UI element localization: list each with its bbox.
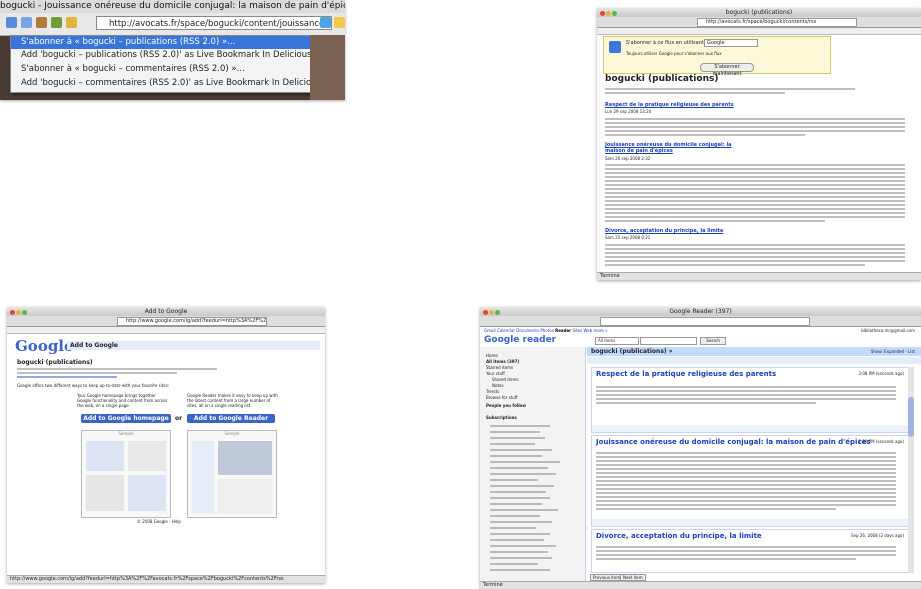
feed-header-bar: bogucki (publications) » Show: Expanded …	[587, 347, 921, 356]
entry-date-2: Sam 26 sep 2008 2:32	[605, 156, 651, 161]
menu-item-subscribe-comments[interactable]: S'abonner à « bogucki – commentaires (RS…	[11, 63, 311, 76]
url-input[interactable]: http://avocats.fr/space/bogucki/contents…	[697, 18, 857, 27]
window-title: bogucki - Jouissance onéreuse du domicil…	[0, 0, 345, 13]
reader-description: Google Reader makes it easy to keep up w…	[187, 393, 278, 408]
sidebar-item-notes[interactable]: Notes	[492, 383, 504, 388]
top-link-gmail[interactable]: Gmail	[484, 328, 496, 333]
footer-copyright[interactable]: © 2008 Google - Help	[137, 519, 181, 524]
sidebar-item-browse[interactable]: Browse for stuff	[486, 395, 518, 400]
reader-entry[interactable]: Jouissance onéreuse du domicile conjugal…	[591, 435, 909, 527]
google-reader-logo[interactable]: Google reader	[484, 335, 556, 345]
next-item-button[interactable]: Next item	[620, 574, 646, 581]
bookmark-icon[interactable]	[36, 17, 47, 28]
top-link-more[interactable]: more »	[594, 328, 608, 333]
feed-icon	[609, 41, 621, 53]
homepage-description: Your Google homepage brings together Goo…	[77, 393, 168, 408]
page-heading: Add to Google	[67, 341, 320, 350]
menu-item-delicious-publications[interactable]: Add 'bogucki – publications (RSS 2.0)' a…	[11, 49, 311, 62]
always-use-checkbox-label[interactable]: Toujours utiliser Google pour s'abonner …	[626, 51, 722, 56]
url-input[interactable]: http://www.google.com/ig/add?feedurl=htt…	[117, 317, 267, 326]
firefox-feed-preview-screenshot: bogucki (publications) http://avocats.fr…	[597, 8, 921, 280]
homepage-sample-image: Sample	[81, 430, 171, 518]
reader-select[interactable]: Google	[704, 39, 758, 47]
status-bar: http://www.google.com/ig/add?feedurl=htt…	[7, 575, 325, 583]
rss-feed-icon[interactable]	[320, 17, 331, 28]
top-link-web[interactable]: Web	[583, 328, 592, 333]
entry-date: 2:30 PM (seconds ago)	[858, 439, 904, 444]
reader-entry[interactable]: Divorce, acceptation du principe, la lim…	[591, 529, 909, 573]
url-input[interactable]: http://avocats.fr/space/bogucki/content/…	[96, 16, 332, 30]
window-titlebar: Google Reader (397)	[480, 307, 921, 316]
subscribe-label: S'abonner à ce flux en utilisant	[626, 40, 704, 46]
entry-title-3[interactable]: Divorce, acceptation du principe, la lim…	[605, 228, 723, 234]
feed-subscribe-menu: S'abonner à « bogucki – publications (RS…	[10, 35, 312, 93]
window-titlebar: Add to Google	[7, 307, 325, 316]
sidebar-item-trends[interactable]: Trends	[486, 389, 499, 394]
entries-scrollbar[interactable]	[908, 367, 914, 573]
window-title: Google Reader (397)	[669, 308, 732, 315]
firefox-rss-dropdown-screenshot: bogucki - Jouissance onéreuse du domicil…	[0, 0, 345, 100]
reader-sidebar: Home All items (397) Starred items Your …	[480, 347, 586, 581]
entry-date-1: Lun 29 sep 2008 13:24	[605, 109, 652, 114]
top-link-photos[interactable]: Photos	[540, 328, 554, 333]
subscribe-box: S'abonner à ce flux en utilisant Google …	[603, 36, 831, 77]
sidebar-item-all-items[interactable]: All items (397)	[486, 359, 519, 364]
view-mode-toggle[interactable]: Show: Expanded - List	[871, 349, 915, 354]
sidebar-item-people[interactable]: People you follow	[486, 403, 526, 408]
top-link-calendar[interactable]: Calendar	[497, 328, 515, 333]
reader-entry[interactable]: Respect de la pratique religieuse des pa…	[591, 367, 909, 433]
account-email: bibliotheca.mr@gmail.com	[861, 328, 915, 333]
bookmarks-bar	[597, 28, 921, 35]
google-top-links: Gmail Calendar Documents Photos Reader S…	[484, 328, 608, 333]
sidebar-item-home[interactable]: Home	[486, 353, 498, 358]
star-icon[interactable]	[66, 17, 77, 28]
search-button[interactable]: Search	[700, 337, 726, 345]
status-bar: Terminé	[597, 272, 921, 280]
sidebar-item-starred[interactable]: Starred items	[486, 365, 513, 370]
entry-title-1[interactable]: Respect de la pratique religieuse des pa…	[605, 102, 734, 108]
top-link-documents[interactable]: Documents	[516, 328, 539, 333]
entry-date-3: Sam 25 sep 2008 0:21	[605, 235, 651, 240]
menu-item-subscribe-publications[interactable]: S'abonner à « bogucki – publications (RS…	[11, 36, 311, 49]
sample-label: Sample	[224, 431, 240, 436]
subscribe-now-button[interactable]: S'abonner maintenant	[700, 63, 754, 77]
window-title: bogucki (publications)	[725, 9, 793, 16]
add-to-google-homepage-button[interactable]: Add to Google homepage	[81, 414, 171, 423]
sidebar-item-your-stuff[interactable]: Your stuff	[486, 371, 505, 376]
entry-date: Sep 26, 2008 (2 days ago)	[851, 533, 904, 538]
bookmarks-bar	[7, 327, 325, 334]
search-input[interactable]	[640, 337, 697, 345]
bookmark-star-icon[interactable]	[334, 17, 345, 28]
entry-date: 3:08 PM (seconds ago)	[858, 371, 904, 376]
previous-item-button[interactable]: Previous item	[590, 574, 624, 581]
window-title: Add to Google	[144, 308, 188, 315]
options-text: Google offers two different ways to keep…	[17, 383, 170, 388]
google-logo[interactable]: Google	[15, 337, 74, 355]
add-to-google-reader-button[interactable]: Add to Google Reader	[187, 414, 275, 423]
status-bar: Terminé	[480, 581, 921, 589]
url-input[interactable]	[600, 317, 810, 326]
sidebar-item-subscriptions[interactable]: Subscriptions	[486, 415, 517, 420]
feed-actions-bar	[587, 357, 921, 364]
google-reader-screenshot: Google Reader (397) Gmail Calendar Docum…	[480, 307, 921, 589]
entry-title-2[interactable]: Jouissance onéreuse du domicile conjugal…	[605, 142, 745, 154]
page-background-photo	[310, 35, 345, 100]
home-icon[interactable]	[51, 17, 62, 28]
search-scope-select[interactable]: All items	[595, 337, 639, 345]
or-label: or	[175, 415, 183, 422]
sidebar-item-shared[interactable]: Shared items	[492, 377, 518, 382]
reader-sample-image: Sample	[187, 430, 277, 518]
feed-title: bogucki (publications)	[17, 359, 93, 366]
back-icon[interactable]	[6, 17, 17, 28]
add-to-google-screenshot: Add to Google http://www.google.com/ig/a…	[7, 307, 325, 583]
feed-title: bogucki (publications)	[605, 74, 719, 84]
menu-item-delicious-comments[interactable]: Add 'bogucki – commentaires (RSS 2.0)' a…	[11, 77, 311, 90]
window-titlebar: bogucki (publications)	[597, 8, 921, 17]
top-link-sites[interactable]: Sites	[572, 328, 582, 333]
sample-label: Sample	[118, 431, 134, 436]
top-link-reader[interactable]: Reader	[555, 328, 571, 333]
feed-header-title: bogucki (publications) »	[591, 348, 673, 355]
forward-icon[interactable]	[21, 17, 32, 28]
